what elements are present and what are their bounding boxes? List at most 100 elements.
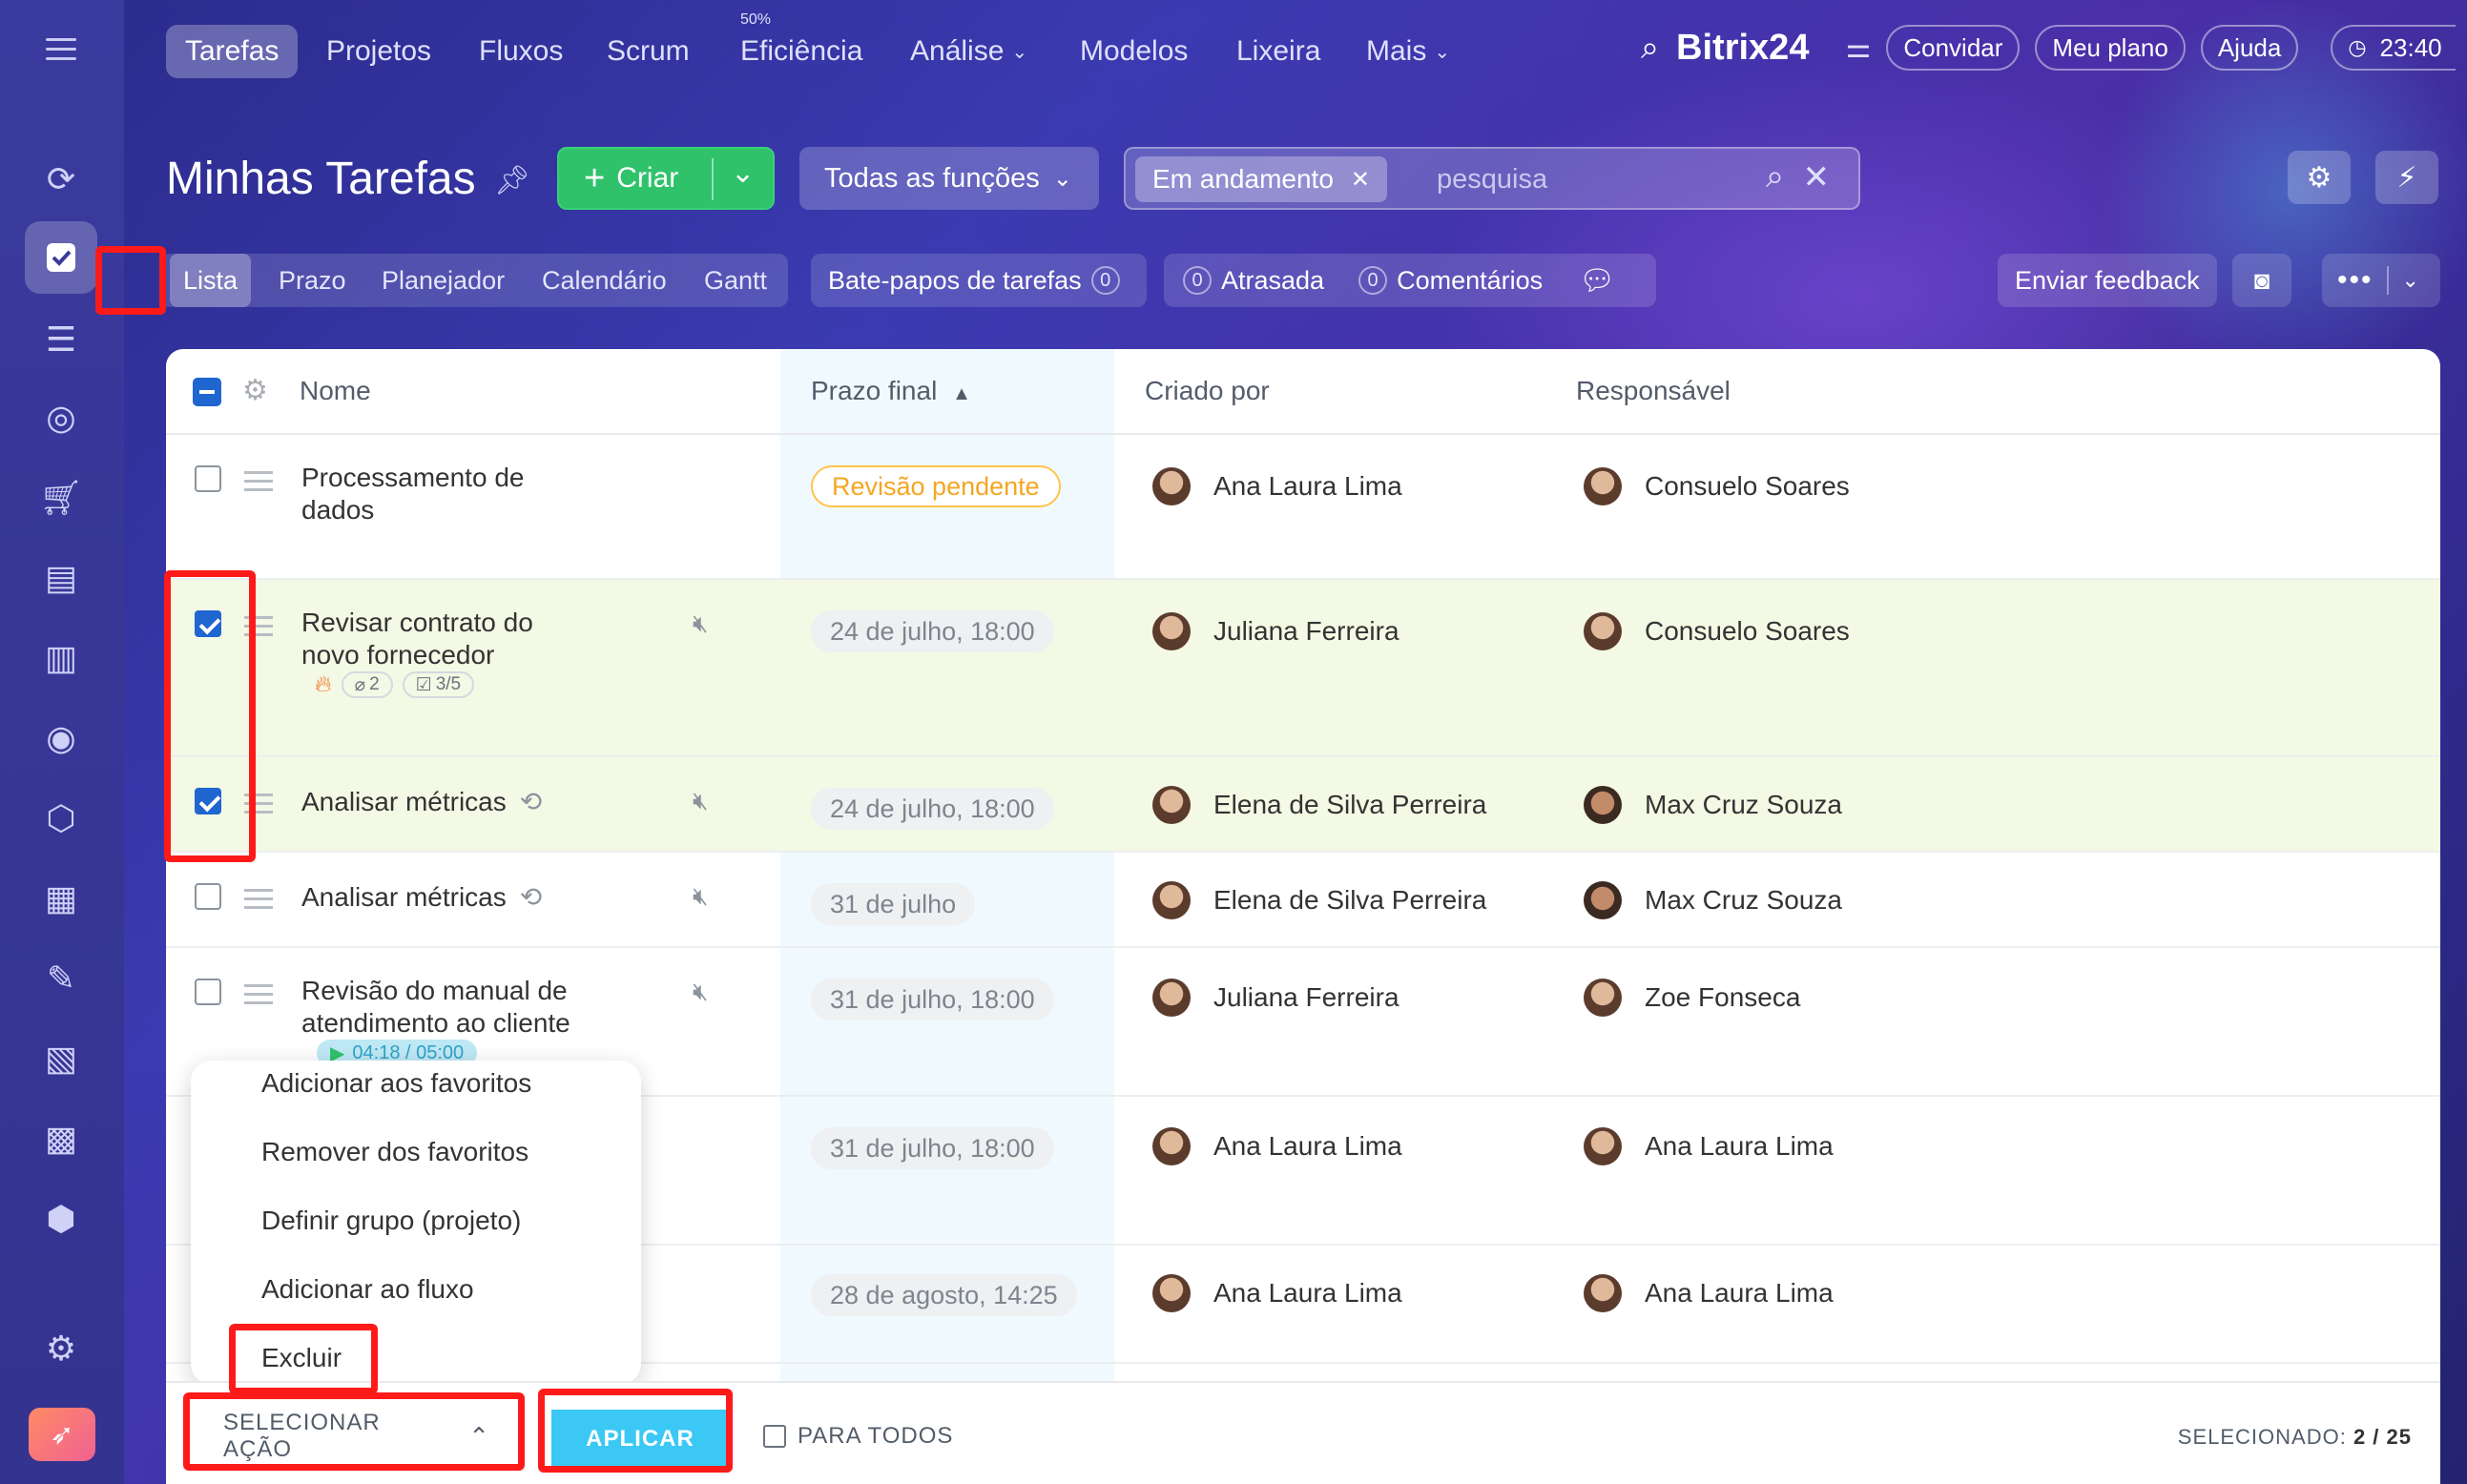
deadline-badge[interactable]: 28 de agosto, 14:25: [811, 1274, 1077, 1316]
gear-icon[interactable]: ⚙: [242, 374, 268, 407]
view-tab-calendar[interactable]: Calendário: [542, 254, 667, 307]
row-checkbox[interactable]: [195, 465, 221, 492]
send-feedback-button[interactable]: Enviar feedback: [1998, 254, 2217, 307]
deadline-badge[interactable]: 31 de julho: [811, 883, 976, 925]
store-icon[interactable]: ▦: [25, 862, 97, 935]
responsible[interactable]: Max Cruz Souza: [1584, 786, 1842, 824]
search-icon[interactable]: ⌕: [1641, 30, 1659, 67]
for-all-checkbox[interactable]: PARA TODOS: [763, 1423, 953, 1450]
roles-dropdown[interactable]: Todas as funções ⌄: [799, 147, 1099, 210]
contact-card-icon[interactable]: ▤: [25, 542, 97, 614]
row-checkbox[interactable]: [195, 979, 221, 1005]
nav-tab-scrum[interactable]: Scrum: [588, 25, 709, 78]
rocket-icon[interactable]: ➶: [29, 1408, 95, 1461]
task-name[interactable]: Analisar métricas ⟲: [301, 881, 542, 914]
task-name[interactable]: Processamento de dados: [301, 462, 578, 526]
clock-widget[interactable]: ◷ 23:40: [2331, 25, 2456, 71]
overdue-count[interactable]: 0: [1183, 266, 1212, 295]
drag-handle-icon[interactable]: [244, 616, 273, 642]
menu-item-delete[interactable]: Excluir: [261, 1343, 342, 1373]
nav-tab-projects[interactable]: Projetos: [307, 25, 450, 78]
table-row[interactable]: Processamento de dados Revisão pendente …: [166, 435, 2440, 580]
bot-icon[interactable]: ◉: [25, 702, 97, 774]
menu-item-remove-favorites[interactable]: Remover dos favoritos: [261, 1137, 529, 1167]
responsible[interactable]: Ana Laura Lima: [1584, 1274, 1834, 1312]
view-tab-list[interactable]: Lista: [170, 254, 252, 307]
deadline-badge[interactable]: 31 de julho, 18:00: [811, 1127, 1054, 1169]
deadline-badge[interactable]: 24 de julho, 18:00: [811, 610, 1054, 652]
analytics-icon[interactable]: ▥: [25, 622, 97, 694]
menu-item-set-group[interactable]: Definir grupo (projeto): [261, 1206, 521, 1236]
mute-icon[interactable]: 🔇︎: [693, 977, 708, 1007]
target-icon[interactable]: ◎: [25, 381, 97, 454]
document-icon[interactable]: ▧: [25, 1022, 97, 1095]
drag-handle-icon[interactable]: [244, 471, 273, 497]
drag-handle-icon[interactable]: [244, 794, 273, 819]
task-chats-button[interactable]: Bate-papos de tarefas 0: [811, 254, 1147, 307]
deadline-badge[interactable]: 24 de julho, 18:00: [811, 788, 1054, 830]
row-checkbox[interactable]: [195, 883, 221, 910]
comments-count[interactable]: 0: [1358, 266, 1388, 295]
comments-label[interactable]: Comentários: [1397, 266, 1543, 296]
responsible[interactable]: Zoe Fonseca: [1584, 979, 1800, 1017]
automation-button[interactable]: ⚡︎: [2375, 151, 2438, 204]
drag-handle-icon[interactable]: [244, 984, 273, 1010]
menu-item-add-favorites[interactable]: Adicionar aos favoritos: [261, 1068, 531, 1099]
mute-icon[interactable]: 🔇︎: [693, 786, 708, 816]
clear-icon[interactable]: ✕: [1803, 158, 1831, 196]
box-icon[interactable]: ⬡: [25, 782, 97, 855]
task-name[interactable]: Analisar métricas ⟲: [301, 786, 542, 818]
sign-icon[interactable]: ✎: [25, 942, 97, 1015]
tasks-icon[interactable]: [25, 221, 97, 294]
apply-button[interactable]: APLICAR: [551, 1410, 729, 1469]
more-options-button[interactable]: ••• ⌄: [2322, 254, 2440, 307]
calendar-icon[interactable]: ▩: [25, 1103, 97, 1175]
pin-icon[interactable]: 📌︎: [494, 164, 530, 197]
mute-icon[interactable]: 🔇︎: [693, 608, 708, 639]
nav-tab-tasks[interactable]: Tarefas: [166, 25, 299, 78]
column-created-by[interactable]: Criado por: [1145, 376, 1270, 406]
help-button[interactable]: Ajuda: [2200, 25, 2299, 71]
close-icon[interactable]: ✕: [1351, 166, 1370, 194]
chat-bubbles-icon[interactable]: 💬︎: [1579, 264, 1615, 298]
responsible[interactable]: Max Cruz Souza: [1584, 881, 1842, 919]
nav-tab-more[interactable]: Mais ⌄: [1347, 25, 1469, 78]
responsible[interactable]: Consuelo Soares: [1584, 612, 1850, 650]
hexagon-icon[interactable]: ⬢: [25, 1183, 97, 1255]
sliders-icon[interactable]: ⚌: [1845, 31, 1871, 65]
menu-item-add-to-flow[interactable]: Adicionar ao fluxo: [261, 1274, 474, 1305]
column-name[interactable]: Nome: [300, 376, 371, 406]
table-row[interactable]: Analisar métricas ⟲ 🔇︎ 31 de julho Elena…: [166, 853, 2440, 948]
nav-tab-trash[interactable]: Lixeira: [1217, 25, 1339, 78]
task-name[interactable]: Revisar contrato do novo fornecedor: [301, 607, 578, 671]
my-plan-button[interactable]: Meu plano: [2035, 25, 2186, 71]
filter-chip[interactable]: Em andamento ✕: [1135, 156, 1387, 202]
nav-tab-templates[interactable]: Modelos: [1061, 25, 1207, 78]
creator[interactable]: Juliana Ferreira: [1152, 979, 1399, 1017]
checklist-badge[interactable]: ☑ 3/5: [402, 671, 475, 698]
select-all-checkbox[interactable]: [193, 378, 221, 406]
cart-icon[interactable]: 🛒︎: [25, 462, 97, 534]
nav-tab-analysis[interactable]: Análise ⌄: [891, 25, 1047, 78]
creator[interactable]: Ana Laura Lima: [1152, 1274, 1402, 1312]
creator[interactable]: Elena de Silva Perreira: [1152, 786, 1486, 824]
search-input[interactable]: pesquisa: [1437, 164, 1547, 196]
mute-icon[interactable]: 🔇︎: [693, 881, 708, 912]
select-action-dropdown[interactable]: SELECIONAR AÇÃO ⌃: [204, 1410, 490, 1463]
view-tab-planner[interactable]: Planejador: [382, 254, 505, 307]
menu-burger-icon[interactable]: [46, 38, 76, 61]
creator[interactable]: Juliana Ferreira: [1152, 612, 1399, 650]
checkbox[interactable]: [763, 1425, 786, 1448]
task-name[interactable]: Revisão do manual de atendimento ao clie…: [301, 975, 616, 1040]
creator[interactable]: Ana Laura Lima: [1152, 1127, 1402, 1165]
drag-handle-icon[interactable]: [244, 889, 273, 915]
table-row[interactable]: Revisar contrato do novo fornecedor 🔥︎ ⌀…: [166, 580, 2440, 757]
row-checkbox[interactable]: [195, 610, 221, 637]
invite-button[interactable]: Convidar: [1886, 25, 2021, 71]
deadline-badge[interactable]: Revisão pendente: [811, 465, 1061, 507]
search-icon[interactable]: ⌕: [1766, 158, 1784, 196]
view-tab-gantt[interactable]: Gantt: [704, 254, 767, 307]
chevron-down-icon[interactable]: ⌄: [731, 156, 755, 190]
column-responsible[interactable]: Responsável: [1576, 376, 1731, 406]
robot-button[interactable]: ◙: [2232, 254, 2291, 307]
